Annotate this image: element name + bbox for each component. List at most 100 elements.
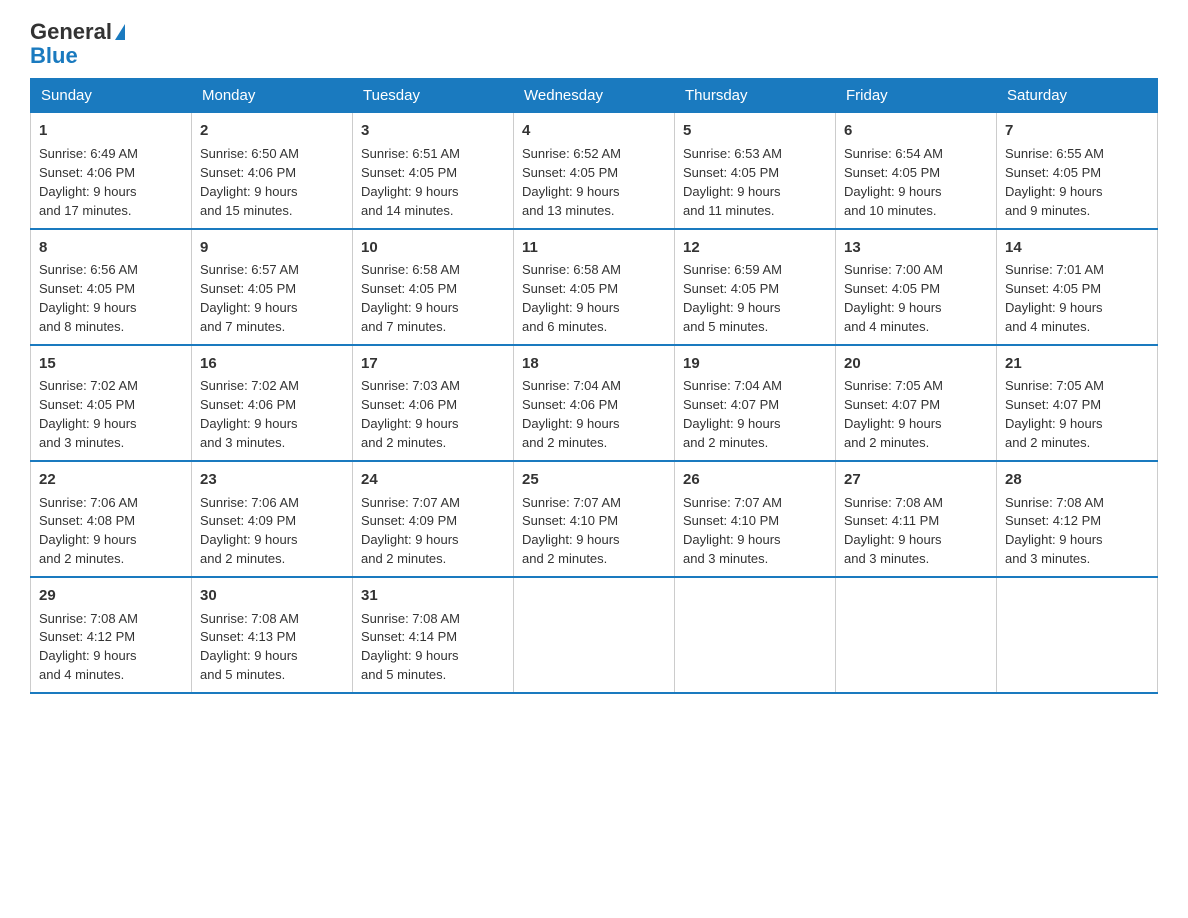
day-number: 15 (39, 353, 183, 375)
day-info: Sunrise: 7:04 AMSunset: 4:06 PMDaylight:… (522, 378, 621, 450)
day-number: 11 (522, 237, 666, 259)
day-number: 26 (683, 469, 827, 491)
calendar-cell: 19 Sunrise: 7:04 AMSunset: 4:07 PMDayligh… (675, 345, 836, 461)
day-info: Sunrise: 7:08 AMSunset: 4:12 PMDaylight:… (39, 611, 138, 683)
day-info: Sunrise: 7:02 AMSunset: 4:05 PMDaylight:… (39, 378, 138, 450)
day-number: 17 (361, 353, 505, 375)
day-info: Sunrise: 6:58 AMSunset: 4:05 PMDaylight:… (361, 262, 460, 334)
day-number: 25 (522, 469, 666, 491)
calendar-cell: 13 Sunrise: 7:00 AMSunset: 4:05 PMDayligh… (836, 229, 997, 345)
day-number: 7 (1005, 120, 1149, 142)
weekday-header-tuesday: Tuesday (353, 79, 514, 113)
day-info: Sunrise: 7:08 AMSunset: 4:12 PMDaylight:… (1005, 495, 1104, 567)
day-info: Sunrise: 6:55 AMSunset: 4:05 PMDaylight:… (1005, 146, 1104, 218)
calendar-cell: 16 Sunrise: 7:02 AMSunset: 4:06 PMDayligh… (192, 345, 353, 461)
calendar-header: SundayMondayTuesdayWednesdayThursdayFrid… (31, 79, 1158, 113)
day-info: Sunrise: 7:08 AMSunset: 4:13 PMDaylight:… (200, 611, 299, 683)
day-info: Sunrise: 7:00 AMSunset: 4:05 PMDaylight:… (844, 262, 943, 334)
day-info: Sunrise: 7:03 AMSunset: 4:06 PMDaylight:… (361, 378, 460, 450)
calendar-cell: 18 Sunrise: 7:04 AMSunset: 4:06 PMDayligh… (514, 345, 675, 461)
day-number: 16 (200, 353, 344, 375)
day-number: 3 (361, 120, 505, 142)
day-number: 22 (39, 469, 183, 491)
day-number: 12 (683, 237, 827, 259)
calendar-body: 1Sunrise: 6:49 AMSunset: 4:06 PMDaylight… (31, 113, 1158, 693)
day-info: Sunrise: 7:07 AMSunset: 4:10 PMDaylight:… (522, 495, 621, 567)
day-info: Sunrise: 7:06 AMSunset: 4:09 PMDaylight:… (200, 495, 299, 567)
calendar-cell: 4Sunrise: 6:52 AMSunset: 4:05 PMDaylight… (514, 113, 675, 229)
calendar-cell: 6Sunrise: 6:54 AMSunset: 4:05 PMDaylight… (836, 113, 997, 229)
day-info: Sunrise: 6:53 AMSunset: 4:05 PMDaylight:… (683, 146, 782, 218)
calendar-cell: 9 Sunrise: 6:57 AMSunset: 4:05 PMDaylight… (192, 229, 353, 345)
day-info: Sunrise: 7:02 AMSunset: 4:06 PMDaylight:… (200, 378, 299, 450)
day-number: 27 (844, 469, 988, 491)
calendar-cell: 10Sunrise: 6:58 AMSunset: 4:05 PMDayligh… (353, 229, 514, 345)
calendar-cell: 1Sunrise: 6:49 AMSunset: 4:06 PMDaylight… (31, 113, 192, 229)
day-info: Sunrise: 7:04 AMSunset: 4:07 PMDaylight:… (683, 378, 782, 450)
day-number: 13 (844, 237, 988, 259)
calendar-cell (836, 577, 997, 693)
logo: General Blue (30, 20, 125, 68)
calendar-cell: 20 Sunrise: 7:05 AMSunset: 4:07 PMDayligh… (836, 345, 997, 461)
calendar-cell: 3Sunrise: 6:51 AMSunset: 4:05 PMDaylight… (353, 113, 514, 229)
day-number: 4 (522, 120, 666, 142)
logo-text-blue: Blue (30, 43, 78, 68)
day-info: Sunrise: 6:59 AMSunset: 4:05 PMDaylight:… (683, 262, 782, 334)
day-info: Sunrise: 7:08 AMSunset: 4:11 PMDaylight:… (844, 495, 943, 567)
calendar-cell: 26 Sunrise: 7:07 AMSunset: 4:10 PMDayligh… (675, 461, 836, 577)
week-row-2: 8 Sunrise: 6:56 AMSunset: 4:05 PMDaylight… (31, 229, 1158, 345)
calendar-cell: 29 Sunrise: 7:08 AMSunset: 4:12 PMDayligh… (31, 577, 192, 693)
calendar-cell: 25 Sunrise: 7:07 AMSunset: 4:10 PMDayligh… (514, 461, 675, 577)
week-row-3: 15 Sunrise: 7:02 AMSunset: 4:05 PMDayligh… (31, 345, 1158, 461)
day-number: 20 (844, 353, 988, 375)
calendar-cell: 7 Sunrise: 6:55 AMSunset: 4:05 PMDaylight… (997, 113, 1158, 229)
day-info: Sunrise: 7:05 AMSunset: 4:07 PMDaylight:… (844, 378, 943, 450)
calendar-cell: 12 Sunrise: 6:59 AMSunset: 4:05 PMDayligh… (675, 229, 836, 345)
calendar-cell: 31Sunrise: 7:08 AMSunset: 4:14 PMDayligh… (353, 577, 514, 693)
calendar-cell (997, 577, 1158, 693)
day-number: 29 (39, 585, 183, 607)
weekday-header-saturday: Saturday (997, 79, 1158, 113)
day-number: 30 (200, 585, 344, 607)
calendar-cell: 11 Sunrise: 6:58 AMSunset: 4:05 PMDayligh… (514, 229, 675, 345)
logo-text-general: General (30, 20, 112, 44)
calendar-cell: 28 Sunrise: 7:08 AMSunset: 4:12 PMDayligh… (997, 461, 1158, 577)
week-row-1: 1Sunrise: 6:49 AMSunset: 4:06 PMDaylight… (31, 113, 1158, 229)
day-number: 18 (522, 353, 666, 375)
calendar-cell: 2 Sunrise: 6:50 AMSunset: 4:06 PMDaylight… (192, 113, 353, 229)
day-number: 9 (200, 237, 344, 259)
calendar-cell: 23 Sunrise: 7:06 AMSunset: 4:09 PMDayligh… (192, 461, 353, 577)
calendar-cell: 15 Sunrise: 7:02 AMSunset: 4:05 PMDayligh… (31, 345, 192, 461)
day-number: 14 (1005, 237, 1149, 259)
calendar-cell: 30 Sunrise: 7:08 AMSunset: 4:13 PMDayligh… (192, 577, 353, 693)
calendar-cell (675, 577, 836, 693)
day-number: 23 (200, 469, 344, 491)
calendar-cell: 24Sunrise: 7:07 AMSunset: 4:09 PMDayligh… (353, 461, 514, 577)
day-number: 6 (844, 120, 988, 142)
day-info: Sunrise: 7:05 AMSunset: 4:07 PMDaylight:… (1005, 378, 1104, 450)
day-info: Sunrise: 7:06 AMSunset: 4:08 PMDaylight:… (39, 495, 138, 567)
day-number: 19 (683, 353, 827, 375)
weekday-row: SundayMondayTuesdayWednesdayThursdayFrid… (31, 79, 1158, 113)
page-header: General Blue (30, 20, 1158, 68)
day-info: Sunrise: 6:58 AMSunset: 4:05 PMDaylight:… (522, 262, 621, 334)
calendar-cell (514, 577, 675, 693)
day-number: 2 (200, 120, 344, 142)
day-info: Sunrise: 7:08 AMSunset: 4:14 PMDaylight:… (361, 611, 460, 683)
day-number: 8 (39, 237, 183, 259)
day-number: 21 (1005, 353, 1149, 375)
weekday-header-thursday: Thursday (675, 79, 836, 113)
day-number: 28 (1005, 469, 1149, 491)
weekday-header-friday: Friday (836, 79, 997, 113)
weekday-header-monday: Monday (192, 79, 353, 113)
calendar-cell: 17 Sunrise: 7:03 AMSunset: 4:06 PMDayligh… (353, 345, 514, 461)
calendar-cell: 8 Sunrise: 6:56 AMSunset: 4:05 PMDaylight… (31, 229, 192, 345)
day-info: Sunrise: 6:56 AMSunset: 4:05 PMDaylight:… (39, 262, 138, 334)
day-info: Sunrise: 6:57 AMSunset: 4:05 PMDaylight:… (200, 262, 299, 334)
day-info: Sunrise: 6:49 AMSunset: 4:06 PMDaylight:… (39, 146, 138, 218)
calendar-cell: 22 Sunrise: 7:06 AMSunset: 4:08 PMDayligh… (31, 461, 192, 577)
day-number: 24 (361, 469, 505, 491)
day-info: Sunrise: 7:07 AMSunset: 4:10 PMDaylight:… (683, 495, 782, 567)
day-info: Sunrise: 6:50 AMSunset: 4:06 PMDaylight:… (200, 146, 299, 218)
day-number: 5 (683, 120, 827, 142)
